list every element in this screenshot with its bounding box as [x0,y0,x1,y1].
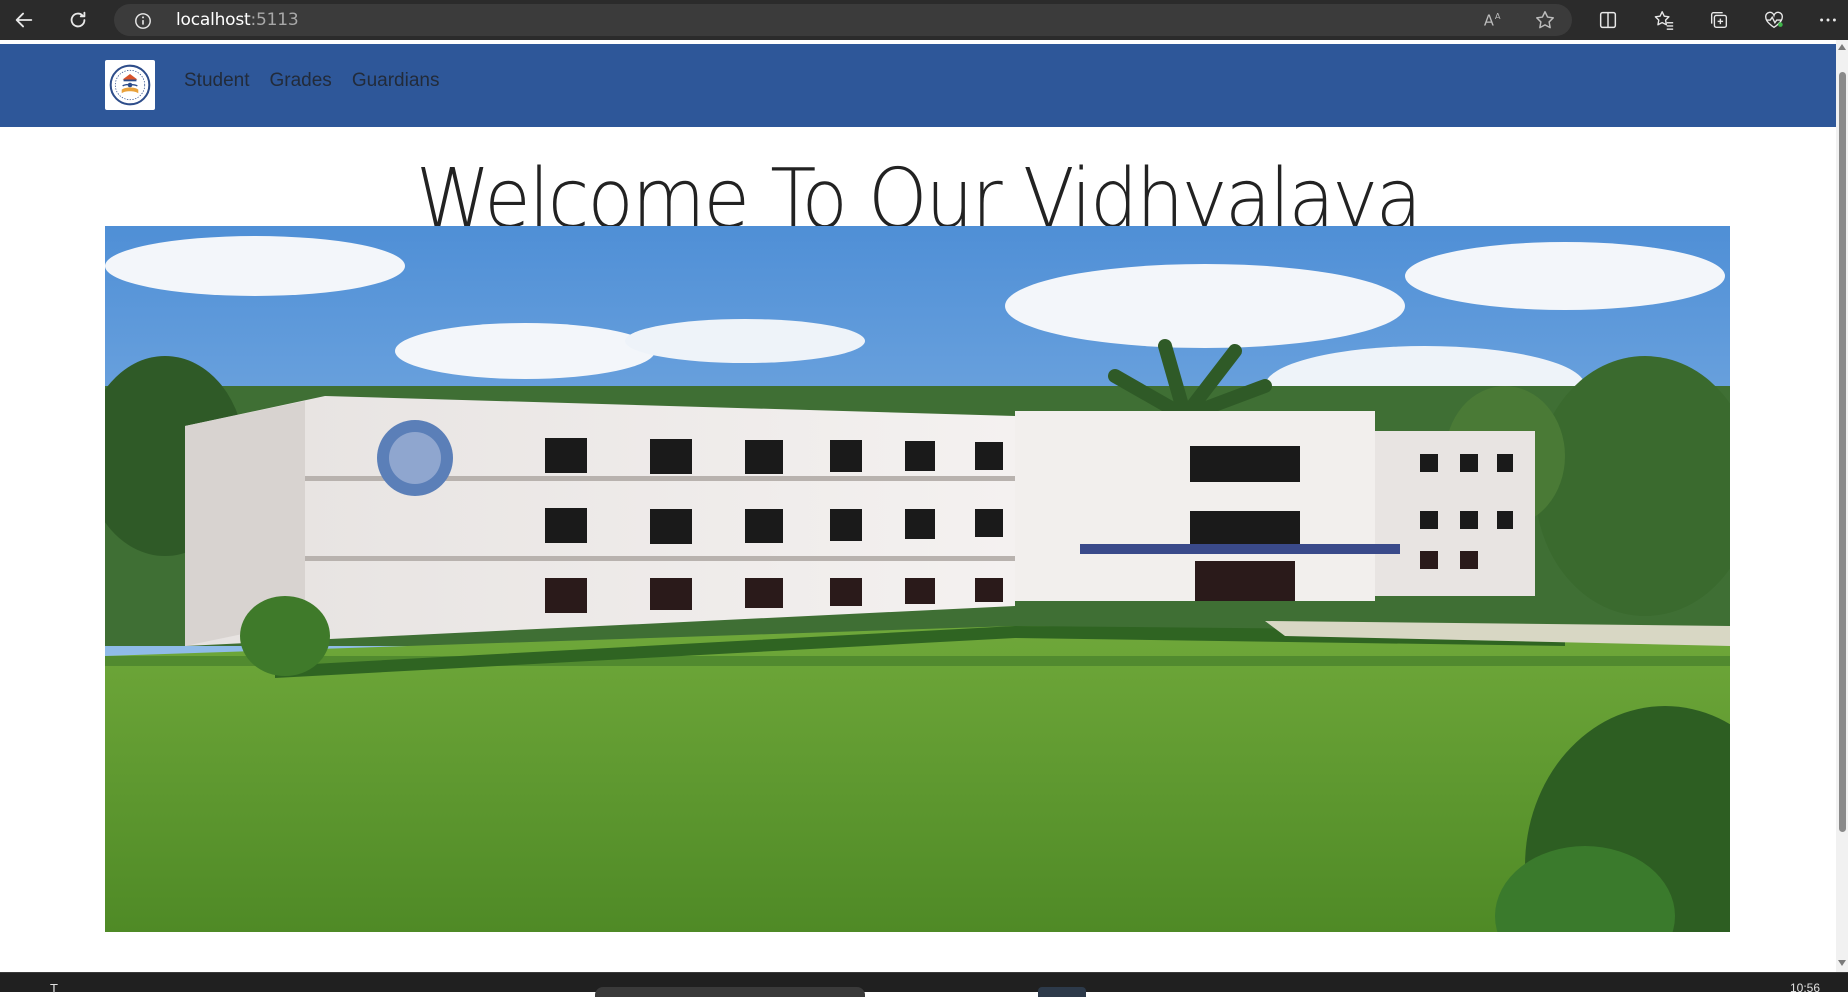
url-text[interactable]: localhost:5113 [176,10,299,30]
browser-essentials-icon[interactable] [1760,6,1788,34]
add-favorite-icon[interactable] [1532,8,1558,32]
taskbar-search-text[interactable]: T [50,981,58,996]
school-building-photo [105,226,1730,932]
taskbar-search-box[interactable] [595,987,865,997]
scroll-down-arrow-icon[interactable] [1838,960,1846,966]
url-port: :5113 [250,10,299,30]
address-bar[interactable]: localhost:5113 AA [114,4,1572,36]
svg-text:A: A [1484,13,1494,30]
taskbar-clock: 10:56 [1790,981,1821,995]
nav-link-grades[interactable]: Grades [270,70,332,92]
favorites-icon[interactable] [1650,6,1678,34]
site-info-icon[interactable] [134,12,152,30]
reload-icon [70,11,86,28]
svg-text:A: A [1495,11,1501,21]
url-host: localhost [176,10,251,30]
nav-link-student[interactable]: Student [184,70,250,92]
collections-icon[interactable] [1705,6,1733,34]
nav-link-guardians[interactable]: Guardians [352,70,440,92]
back-button[interactable] [4,0,44,40]
site-navbar: Student Grades Guardians [0,44,1836,127]
school-logo[interactable] [105,60,155,110]
nav-links: Student Grades Guardians [184,70,439,92]
os-taskbar: T 10:56 [0,972,1848,997]
web-page: Student Grades Guardians Welcome To Our … [0,40,1836,972]
browser-toolbar: localhost:5113 AA [0,0,1848,40]
scroll-up-arrow-icon[interactable] [1838,44,1846,50]
more-options-icon[interactable] [1814,6,1842,34]
taskbar-app-icon[interactable] [1038,987,1086,997]
reload-button[interactable] [58,0,98,40]
read-aloud-icon[interactable]: AA [1480,8,1506,32]
scroll-thumb[interactable] [1839,72,1846,832]
page-scrollbar[interactable] [1836,40,1848,972]
school-emblem-icon [109,64,151,106]
split-screen-icon[interactable] [1594,6,1622,34]
back-arrow-icon [15,12,33,28]
